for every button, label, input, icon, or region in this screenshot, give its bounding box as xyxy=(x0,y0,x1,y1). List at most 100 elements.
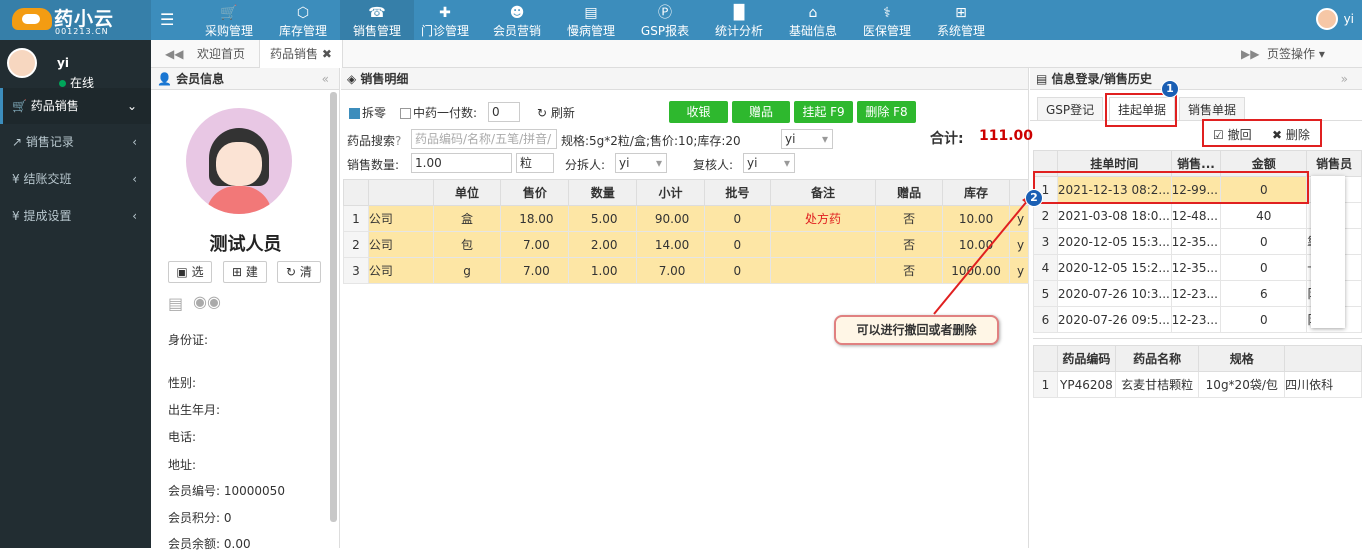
select-member-button[interactable]: ▣ 选 xyxy=(168,261,212,283)
step-badge-2: 2 xyxy=(1025,189,1043,207)
table-row[interactable]: 3 公司 g 7.00 1.00 7.00 0 否 1000.00 y xyxy=(343,257,1030,284)
qty-unit-input[interactable]: 粒 xyxy=(516,153,554,173)
nav-inventory[interactable]: ⬡ 库存管理 xyxy=(266,0,340,40)
checkout-button[interactable]: 收银 xyxy=(669,101,728,123)
scrollbar[interactable] xyxy=(330,92,337,522)
nav-insurance[interactable]: ⚕ 医保管理 xyxy=(850,0,924,40)
field-label: 性别: xyxy=(168,376,197,390)
cell-price-input[interactable]: 7.00 xyxy=(500,257,570,284)
cell-batch: 0 xyxy=(703,205,771,232)
herbal-checkbox[interactable]: 中药一付数: xyxy=(400,104,477,121)
button-label: 刷新 xyxy=(550,106,575,120)
clipboard-icon: ▤ xyxy=(1036,72,1052,86)
line-chart-icon: ↗ xyxy=(12,135,26,149)
collapse-icon[interactable]: « xyxy=(322,68,329,90)
field-label: 地址: xyxy=(168,458,197,472)
new-member-button[interactable]: ⊞ 建 xyxy=(223,261,267,283)
gift-button[interactable]: 赠品 xyxy=(732,101,790,123)
id-reader-icon[interactable]: ▤ xyxy=(168,294,183,313)
nav-label: 门诊管理 xyxy=(420,24,469,38)
nav-chronic[interactable]: ▤ 慢病管理 xyxy=(554,0,628,40)
total-label: 合计: xyxy=(930,131,964,147)
sidebar-item-drug-sales[interactable]: 🛒 药品销售 ⌄ xyxy=(0,88,151,124)
cell-qty-input[interactable]: 5.00 xyxy=(568,205,638,232)
cell-name: 公司 xyxy=(367,205,434,232)
cell-qty-input[interactable]: 1.00 xyxy=(568,257,638,284)
nav-basic-info[interactable]: ⌂ 基础信息 xyxy=(776,0,850,40)
panel-title: 销售明细 xyxy=(360,72,409,86)
tab-welcome[interactable]: 欢迎首页 xyxy=(187,40,255,68)
refresh-button[interactable]: ↻ 刷新 xyxy=(537,104,575,121)
menu-toggle-icon[interactable]: ☰ xyxy=(160,10,174,29)
chevron-left-icon: ‹ xyxy=(132,209,137,223)
history-panel-header: ▤ 信息登录/销售历史 » xyxy=(1030,68,1362,90)
seller-dropdown-popup[interactable] xyxy=(1311,176,1345,328)
tab-bar: ◀◀ 欢迎首页 药品销售 ✖ ▶▶ 页签操作 ▾ xyxy=(151,40,1362,68)
table-row[interactable]: 1 公司 盒 18.00 5.00 90.00 0 处方药 否 10.00 y xyxy=(343,205,1030,232)
field-label: 会员余额: xyxy=(168,537,221,551)
cell-time: 2020-07-26 09:5... xyxy=(1056,306,1172,333)
splitter-select[interactable]: yi xyxy=(615,153,667,173)
sidebar-item-sales-records[interactable]: ↗ 销售记录 ‹ xyxy=(0,124,151,160)
clear-member-button[interactable]: ↻ 清 xyxy=(277,261,321,283)
sidebar-item-label: 提成设置 xyxy=(23,209,72,223)
nav-system[interactable]: ⊞ 系统管理 xyxy=(924,0,998,40)
cube-icon: ⬡ xyxy=(296,5,310,21)
user-icon: 👤 xyxy=(157,72,177,86)
nav-member-marketing[interactable]: ☻ 会员营销 xyxy=(480,0,554,40)
cell-code: 12-23... xyxy=(1170,306,1222,333)
suspend-button[interactable]: 挂起 F9 xyxy=(794,101,853,123)
nav-sales[interactable]: ☎ 销售管理 xyxy=(340,0,414,40)
row-index: 3 xyxy=(343,257,369,284)
cell-batch: 0 xyxy=(703,257,771,284)
cell-time: 2021-03-08 18:0... xyxy=(1056,202,1172,229)
cell-code: 12-48... xyxy=(1170,202,1222,229)
tab-drug-sales[interactable]: 药品销售 ✖ xyxy=(259,40,343,68)
delete-button[interactable]: 删除 F8 xyxy=(857,101,916,123)
id-card-icon: ▣ xyxy=(176,265,192,279)
herbal-dose-input[interactable]: 0 xyxy=(488,102,520,122)
field-points: 会员积分: 0 xyxy=(168,509,232,526)
tab-gsp-register[interactable]: GSP登记 xyxy=(1037,97,1104,121)
nav-label: 基础信息 xyxy=(788,24,837,38)
sidebar-user-name: yi xyxy=(57,56,69,70)
help-icon[interactable]: ? xyxy=(395,134,401,148)
logo: 药小云 001213.CN xyxy=(0,0,151,40)
row-index: 5 xyxy=(1033,280,1058,307)
nav-label: 医保管理 xyxy=(862,24,911,38)
reviewer-select[interactable]: yi xyxy=(743,153,795,173)
highlight-box xyxy=(1033,171,1309,204)
nav-statistics[interactable]: ▐▌ 统计分析 xyxy=(702,0,776,40)
cell-subtotal-input[interactable]: 7.00 xyxy=(636,257,705,284)
col-subtotal: 小计 xyxy=(636,179,705,206)
sidebar-item-commission[interactable]: ¥ 提成设置 ‹ xyxy=(0,198,151,234)
tab-sales-orders[interactable]: 销售单据 xyxy=(1179,97,1246,121)
close-icon[interactable]: ✖ xyxy=(322,47,332,61)
table-row[interactable]: 1 YP46208 玄麦甘桔颗粒 10g*20袋/包 四川依科 xyxy=(1033,371,1362,398)
table-row[interactable]: 2 公司 包 7.00 2.00 14.00 0 否 10.00 y xyxy=(343,231,1030,258)
split-checkbox[interactable]: 拆零 xyxy=(349,104,386,121)
nav-purchase[interactable]: 🛒 采购管理 xyxy=(192,0,266,40)
cell-subtotal-input[interactable]: 14.00 xyxy=(636,231,705,258)
qty-input[interactable]: 1.00 xyxy=(411,153,512,173)
wechat-icon[interactable]: ◉◉ xyxy=(193,292,221,311)
drug-search-input[interactable]: 药品编码/名称/五笔/拼音/ xyxy=(411,129,557,149)
cell-price-input[interactable]: 7.00 xyxy=(500,231,570,258)
diamond-icon: ◈ xyxy=(347,72,361,86)
cell-subtotal-input[interactable]: 90.00 xyxy=(636,205,705,232)
col-maker xyxy=(1284,345,1362,372)
cell-qty-input[interactable]: 2.00 xyxy=(568,231,638,258)
spec-seller-select[interactable]: yi xyxy=(781,129,833,149)
nav-clinic[interactable]: ✚ 门诊管理 xyxy=(408,0,482,40)
nav-gsp[interactable]: Ⓟ GSP报表 xyxy=(628,0,702,40)
sales-table: 单位 售价 数量 小计 批号 备注 赠品 库存 1 公司 盒 18.00 5.0… xyxy=(343,179,1030,284)
top-user-menu[interactable]: yi xyxy=(1315,8,1354,30)
collapse-icon[interactable]: » xyxy=(1341,68,1348,90)
cell-drug-code: YP46208 xyxy=(1056,371,1116,398)
sidebar-item-shift-close[interactable]: ¥ 结账交班 ‹ xyxy=(0,161,151,197)
cell-price-input[interactable]: 18.00 xyxy=(500,205,570,232)
field-label: 电话: xyxy=(168,430,197,444)
cell-note xyxy=(769,257,877,284)
page-ops-menu[interactable]: 页签操作 ▾ xyxy=(1257,40,1335,68)
col-seller: 销售员 xyxy=(1306,150,1362,177)
